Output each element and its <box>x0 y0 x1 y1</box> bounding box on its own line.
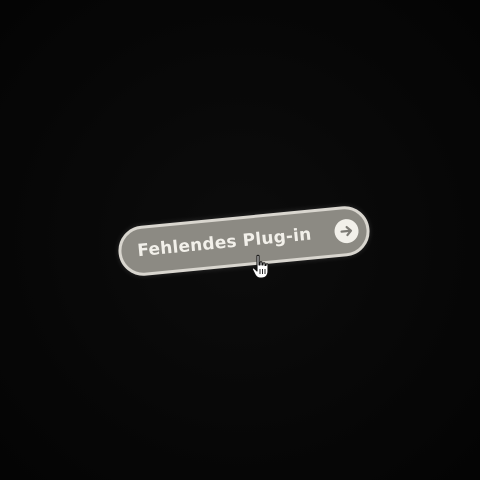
arrow-right-circle-icon[interactable] <box>333 218 360 245</box>
plugin-placeholder-area: Fehlendes Plug-in <box>0 0 480 480</box>
hand-pointer-cursor-icon <box>251 254 269 279</box>
missing-plugin-label: Fehlendes Plug-in <box>136 224 313 262</box>
missing-plugin-button[interactable]: Fehlendes Plug-in <box>116 204 372 278</box>
